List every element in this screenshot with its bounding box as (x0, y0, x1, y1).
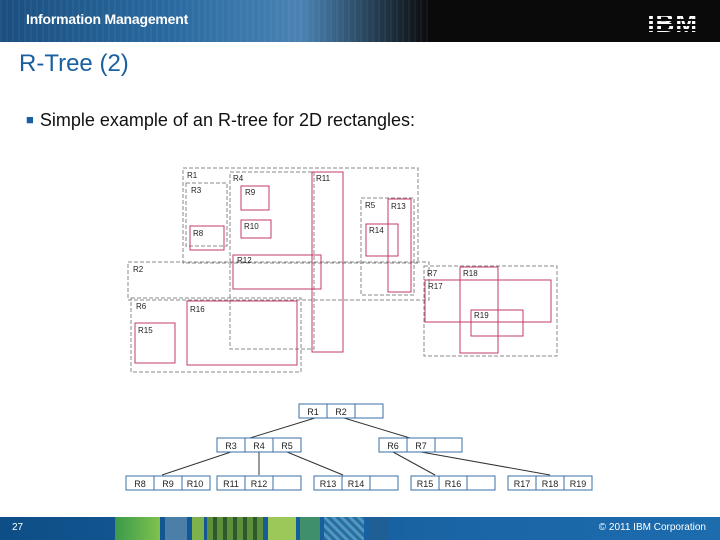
tree-entry: R7 (415, 441, 427, 451)
label-r13: R13 (391, 202, 406, 211)
edge-r5-leaf (286, 451, 344, 476)
label-r8: R8 (193, 229, 204, 238)
tree-entry: R9 (162, 479, 174, 489)
label-r14: R14 (369, 226, 384, 235)
tree-leaf-node-3: R13 R14 (313, 475, 399, 491)
label-r5: R5 (365, 201, 376, 210)
label-r11: R11 (316, 174, 331, 183)
label-r12: R12 (237, 256, 252, 265)
tree-leaf-node-2: R11 R12 (216, 475, 302, 491)
tree-entry: R12 (251, 479, 268, 489)
edge-r1-node (249, 417, 316, 439)
label-r7: R7 (427, 269, 438, 278)
label-r19: R19 (474, 311, 489, 320)
footer-image-strip (300, 517, 320, 540)
label-r18: R18 (463, 269, 478, 278)
tree-entry: R15 (417, 479, 434, 489)
label-r17: R17 (428, 282, 443, 291)
tree-entry: R4 (253, 441, 265, 451)
tree-entry: R17 (514, 479, 531, 489)
footer-image-strip (192, 517, 204, 540)
label-r9: R9 (245, 188, 256, 197)
label-r10: R10 (244, 222, 259, 231)
edge-r2-node (343, 417, 411, 439)
tree-entry: R14 (348, 479, 365, 489)
label-r15: R15 (138, 326, 153, 335)
tree-entry: R3 (225, 441, 237, 451)
tree-entry: R1 (307, 407, 319, 417)
tree-entry: R5 (281, 441, 293, 451)
page-number: 27 (12, 522, 24, 533)
footer-image-strip (165, 517, 187, 540)
edge-r3-leaf (161, 451, 232, 476)
tree-entry: R6 (387, 441, 399, 451)
edge-r7-leaf (420, 451, 551, 476)
label-r6: R6 (136, 302, 147, 311)
rect-r13 (387, 198, 412, 293)
copyright-text: © 2011 IBM Corporation (598, 522, 706, 533)
tree-entry: R19 (570, 479, 587, 489)
label-r4: R4 (233, 174, 244, 183)
footer-image-strip (370, 517, 388, 540)
label-r3: R3 (191, 186, 202, 195)
edge-r6-leaf (392, 451, 436, 476)
label-r2: R2 (133, 265, 144, 274)
footer-image-strip (115, 517, 160, 540)
rect-r1 (182, 167, 419, 264)
footer-image-strip (207, 517, 263, 540)
tree-entry: R2 (335, 407, 347, 417)
tree-node-level1-left: R3 R4 R5 (216, 437, 302, 453)
tree-entry: R8 (134, 479, 146, 489)
tree-leaf-node-1: R8 R9 R10 (125, 475, 211, 491)
tree-entry: R11 (223, 479, 239, 489)
tree-node-level1-right: R6 R7 (378, 437, 463, 453)
tree-entry: R18 (542, 479, 559, 489)
label-r1: R1 (187, 171, 198, 180)
rect-r6 (130, 297, 302, 373)
rect-r2 (127, 261, 430, 301)
footer-image-strip (324, 517, 364, 540)
tree-root-node: R1 R2 (298, 403, 384, 419)
tree-entry: R10 (187, 479, 204, 489)
rtree-diagram: R1 R2 R3 R4 R5 R6 R7 R8 R9 R10 R11 R12 R… (125, 167, 593, 491)
label-r16: R16 (190, 305, 205, 314)
tree-entry: R13 (320, 479, 337, 489)
tree-entry: R16 (445, 479, 462, 489)
tree-leaf-node-5: R17 R18 R19 (507, 475, 593, 491)
tree-leaf-node-4: R15 R16 (410, 475, 496, 491)
footer-image-strip (268, 517, 296, 540)
